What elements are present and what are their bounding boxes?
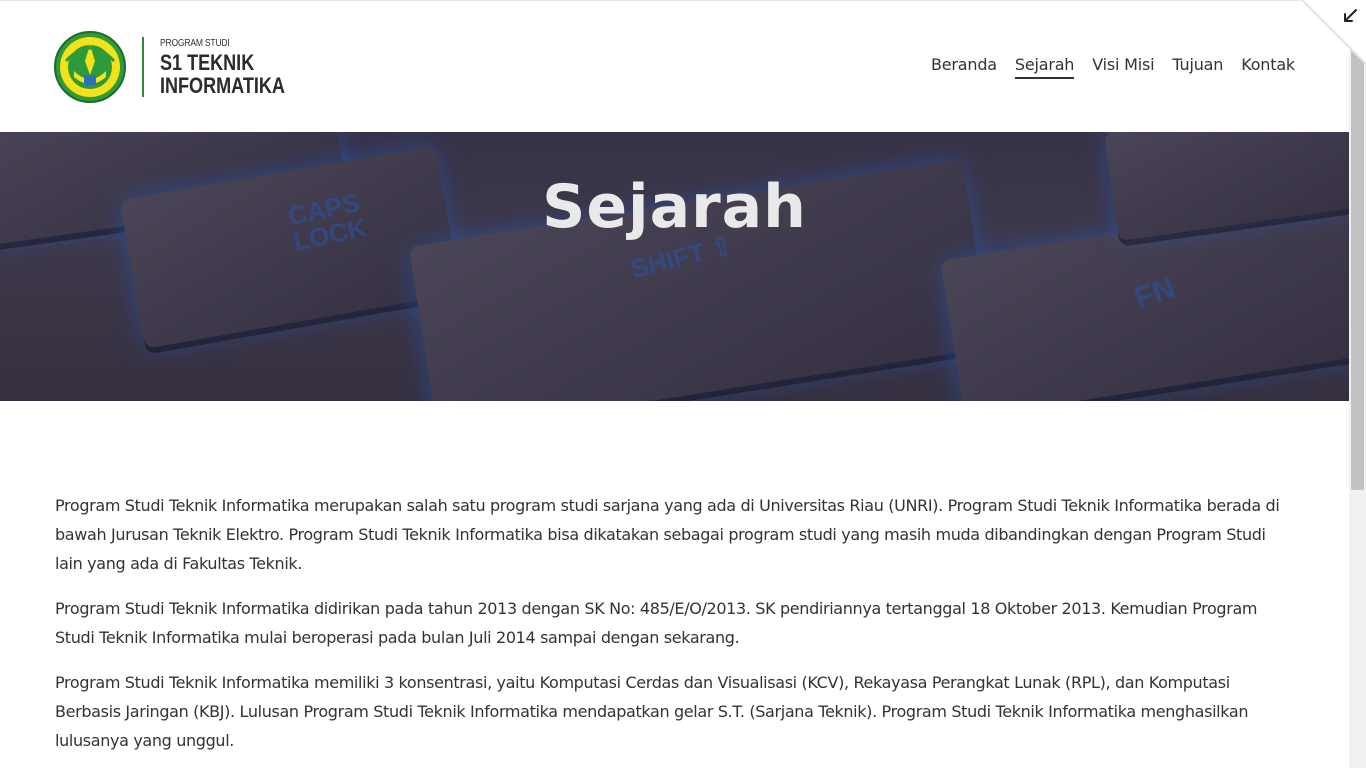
brand-title-line2: INFORMATIKA: [160, 73, 285, 98]
history-paragraph-2: Program Studi Teknik Informatika didirik…: [55, 599, 1258, 647]
brand-small-label: PROGRAM STUDI: [160, 38, 230, 49]
nav-item-sejarah[interactable]: Sejarah: [1014, 55, 1074, 79]
nav-item-kontak[interactable]: Kontak: [1241, 55, 1295, 79]
history-paragraph-3: Program Studi Teknik Informatika memilik…: [55, 673, 1249, 750]
hero-banner: CAPS LOCK SHIFT ⇧ FN Sejarah: [0, 132, 1349, 401]
brand-divider: [142, 37, 144, 97]
brand-title[interactable]: S1 TEKNIK INFORMATIKA: [160, 51, 285, 97]
main-nav: Beranda Sejarah Visi Misi Tujuan Kontak: [931, 55, 1295, 79]
history-paragraph-1: Program Studi Teknik Informatika merupak…: [55, 496, 1280, 573]
site-header: PROGRAM STUDI S1 TEKNIK INFORMATIKA Bera…: [0, 0, 1349, 132]
page: PROGRAM STUDI S1 TEKNIK INFORMATIKA Bera…: [0, 0, 1349, 768]
university-logo[interactable]: [54, 31, 126, 103]
scrollbar-thumb[interactable]: [1351, 40, 1364, 490]
nav-item-beranda[interactable]: Beranda: [931, 55, 997, 79]
nav-item-visi-misi[interactable]: Visi Misi: [1092, 55, 1154, 79]
vertical-scrollbar[interactable]: [1349, 0, 1366, 768]
page-title: Sejarah: [542, 172, 807, 242]
brand-title-line1: S1 TEKNIK: [160, 50, 255, 75]
nav-item-tujuan[interactable]: Tujuan: [1172, 55, 1223, 79]
collapse-arrow-icon[interactable]: [1302, 0, 1366, 64]
history-content: Program Studi Teknik Informatika merupak…: [55, 491, 1295, 768]
